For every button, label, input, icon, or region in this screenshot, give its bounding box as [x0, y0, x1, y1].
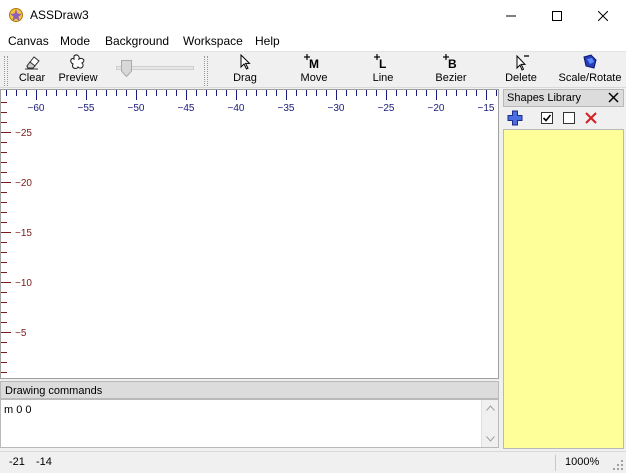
toolbar: Clear Preview Drag M Move L Line B Bezie…	[0, 51, 626, 88]
menu-bar: Canvas Mode Background Workspace Help	[0, 31, 626, 51]
shapes-library-header: Shapes Library	[503, 89, 624, 107]
delete-cursor-icon	[511, 53, 531, 71]
minimize-icon	[506, 15, 516, 16]
line-l-icon: L	[373, 53, 393, 71]
maximize-icon	[552, 10, 562, 21]
move-mode-button[interactable]: M Move	[296, 53, 332, 87]
line-mode-button[interactable]: L Line	[366, 53, 400, 87]
deselect-all-checkbox-icon[interactable]	[561, 110, 577, 126]
status-bar: -21 -14 1000%	[0, 451, 626, 473]
toolbar-grip[interactable]	[4, 56, 8, 86]
delete-label: Delete	[505, 72, 537, 84]
preview-label: Preview	[58, 72, 98, 84]
ruler-x-label: −60	[28, 103, 45, 114]
preview-button[interactable]: Preview	[56, 53, 100, 87]
close-button[interactable]	[580, 0, 626, 31]
drawing-canvas[interactable]: −60 −55 −50 −45 −40 −35 −30 −25 −20 −15 −25 −20 −15 −…	[0, 89, 499, 379]
status-divider	[555, 455, 556, 471]
svg-text:B: B	[448, 57, 457, 71]
ruler-y-label: −10	[15, 278, 32, 289]
library-toolbar	[503, 107, 624, 129]
close-icon	[598, 10, 608, 21]
maximize-button[interactable]	[534, 0, 580, 31]
ruler-y-label: −25	[15, 128, 32, 139]
scale-rotate-icon	[581, 53, 599, 71]
scale-rotate-label: Scale/Rotate	[558, 72, 622, 84]
commands-textarea[interactable]: m 0 0	[0, 399, 499, 448]
bezier-mode-button[interactable]: B Bezier	[432, 53, 470, 87]
cursor-arrow-icon	[238, 53, 252, 71]
shapes-library-title: Shapes Library	[507, 92, 581, 104]
window-title: ASSDraw3	[30, 8, 89, 22]
clear-button[interactable]: Clear	[15, 53, 49, 87]
add-shape-icon[interactable]	[507, 110, 523, 126]
drag-label: Drag	[233, 72, 257, 84]
menu-mode[interactable]: Mode	[60, 34, 90, 48]
scroll-down-icon[interactable]	[486, 436, 495, 442]
ruler-x-label: −55	[78, 103, 95, 114]
slider-thumb[interactable]	[121, 60, 132, 78]
ruler-y-label: −5	[15, 328, 27, 339]
app-icon	[8, 7, 24, 23]
ruler-x-label: −35	[278, 103, 295, 114]
menu-help[interactable]: Help	[255, 34, 280, 48]
line-label: Line	[372, 72, 394, 84]
ruler-x-label: −45	[178, 103, 195, 114]
library-close-icon[interactable]	[607, 91, 620, 104]
resize-grip-icon[interactable]	[612, 459, 624, 471]
toolbar-grip-2[interactable]	[204, 56, 208, 86]
move-label: Move	[300, 72, 328, 84]
minimize-button[interactable]	[488, 0, 534, 31]
ruler-x-label: −40	[228, 103, 245, 114]
scroll-up-icon[interactable]	[486, 405, 495, 411]
ruler-y-label: −15	[15, 228, 32, 239]
select-all-checkbox-icon[interactable]	[539, 110, 555, 126]
cursor-y-coordinate: -14	[36, 456, 52, 468]
ruler-y-label: −20	[15, 178, 32, 189]
ruler-x-label: −25	[378, 103, 395, 114]
ruler-x-label: −50	[128, 103, 145, 114]
canvas-rulers: −60 −55 −50 −45 −40 −35 −30 −25 −20 −15 −25 −20 −15 −…	[1, 90, 497, 373]
svg-text:M: M	[309, 57, 319, 71]
zoom-level: 1000%	[565, 456, 600, 468]
commands-scrollbar[interactable]	[481, 400, 498, 447]
clear-label: Clear	[18, 72, 46, 84]
menu-canvas[interactable]: Canvas	[8, 34, 49, 48]
menu-background[interactable]: Background	[105, 34, 169, 48]
shapes-library-panel[interactable]	[503, 129, 624, 449]
menu-workspace[interactable]: Workspace	[183, 34, 243, 48]
shape-outline-icon	[69, 53, 87, 71]
ruler-x-label: −30	[328, 103, 345, 114]
drag-mode-button[interactable]: Drag	[228, 53, 262, 87]
ruler-x-label: −20	[428, 103, 445, 114]
bezier-b-icon: B	[441, 53, 461, 71]
scale-rotate-button[interactable]: Scale/Rotate	[558, 53, 622, 87]
svg-text:L: L	[379, 57, 386, 71]
eraser-icon	[23, 53, 41, 71]
commands-header: Drawing commands	[0, 381, 499, 399]
cursor-x-coordinate: -21	[9, 456, 25, 468]
bezier-label: Bezier	[435, 72, 467, 84]
delete-mode-button[interactable]: Delete	[502, 53, 540, 87]
ruler-x-label: −15	[478, 103, 495, 114]
delete-shape-icon[interactable]	[583, 110, 599, 126]
commands-text: m 0 0	[4, 404, 32, 416]
title-bar: ASSDraw3	[0, 0, 626, 31]
move-m-icon: M	[304, 53, 324, 71]
